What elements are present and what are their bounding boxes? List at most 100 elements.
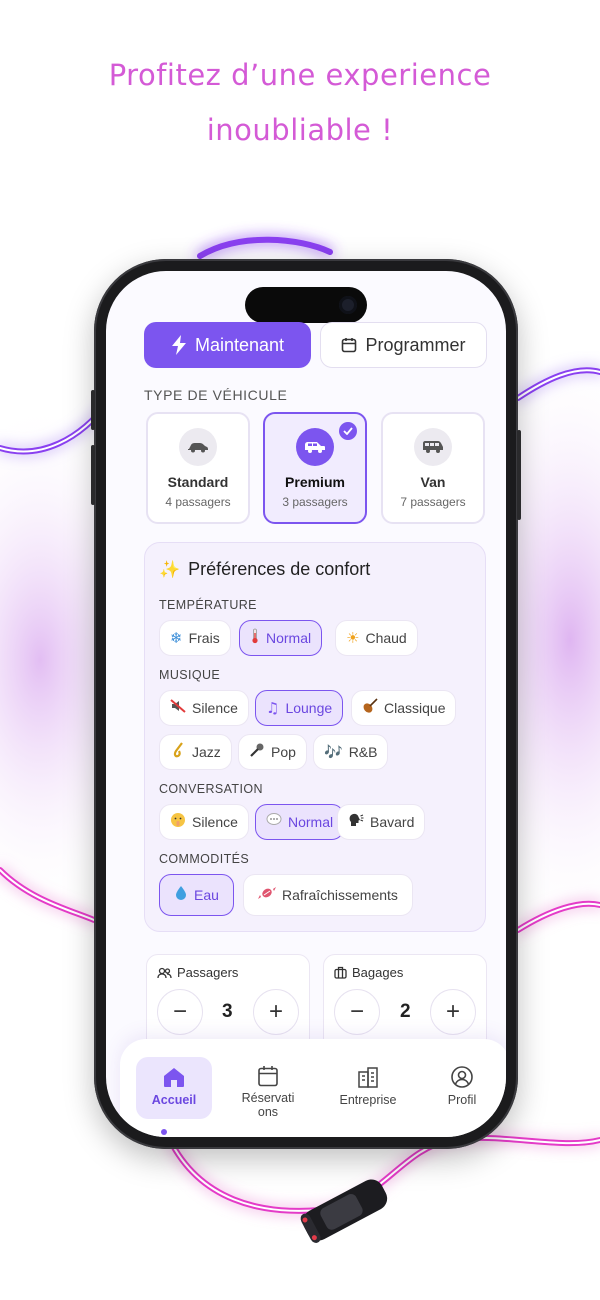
candy-icon bbox=[258, 885, 276, 905]
vehicle-option-premium[interactable]: Premium 3 passagers bbox=[263, 412, 367, 524]
car-illustration bbox=[300, 1179, 388, 1243]
luggage-label: Bagages bbox=[334, 965, 403, 980]
van-icon bbox=[414, 428, 452, 466]
chip-label: Jazz bbox=[192, 744, 221, 760]
tab-accueil[interactable]: Accueil bbox=[136, 1057, 212, 1119]
schedule-label: Programmer bbox=[365, 334, 466, 355]
amenities-label: COMMODITÉS bbox=[159, 852, 250, 866]
speaking-head-icon bbox=[348, 812, 364, 832]
conversation-label: CONVERSATION bbox=[159, 782, 263, 796]
chip-music-silence[interactable]: Silence bbox=[159, 690, 249, 726]
luggage-label-text: Bagages bbox=[352, 965, 404, 980]
chip-music-rnb[interactable]: 🎶 R&B bbox=[313, 734, 389, 770]
selected-check-icon bbox=[339, 422, 357, 440]
chip-temperature-chaud[interactable]: ☀ Chaud bbox=[335, 620, 418, 656]
schedule-button[interactable]: Programmer bbox=[320, 322, 487, 368]
violin-icon bbox=[362, 698, 378, 718]
chip-label: Normal bbox=[288, 814, 334, 830]
comfort-preferences-card: ✨ Préférences de confort TEMPÉRATURE ❄ F… bbox=[144, 542, 486, 932]
chip-label: Eau bbox=[194, 887, 219, 903]
chip-temperature-normal[interactable]: Normal bbox=[239, 620, 323, 656]
snowflake-icon: ❄ bbox=[170, 629, 183, 647]
chip-label: Pop bbox=[271, 744, 296, 760]
sun-icon: ☀ bbox=[346, 629, 360, 647]
chip-label: Silence bbox=[192, 814, 238, 830]
chip-music-jazz[interactable]: Jazz bbox=[159, 734, 232, 770]
tab-reservations[interactable]: Réservati ons bbox=[230, 1057, 306, 1119]
chip-label: R&B bbox=[348, 744, 378, 760]
building-icon bbox=[358, 1067, 378, 1088]
vehicle-name: Van bbox=[420, 474, 446, 490]
sparkles-icon: ✨ bbox=[159, 559, 181, 580]
chip-label: Frais bbox=[188, 630, 220, 646]
suv-icon bbox=[296, 428, 334, 466]
prefs-title: ✨ Préférences de confort bbox=[159, 559, 370, 580]
tab-profil[interactable]: Profil bbox=[424, 1057, 500, 1119]
chip-label: Chaud bbox=[365, 630, 407, 646]
tab-label: Profil bbox=[447, 1093, 477, 1107]
calendar-icon bbox=[258, 1066, 278, 1087]
passengers-label: Passagers bbox=[157, 965, 238, 980]
vehicle-name: Standard bbox=[167, 474, 229, 490]
music-label: MUSIQUE bbox=[159, 668, 221, 682]
microphone-icon bbox=[249, 742, 265, 762]
shushing-face-icon bbox=[170, 812, 186, 832]
tab-entreprise[interactable]: Entreprise bbox=[324, 1057, 412, 1119]
chip-label: Lounge bbox=[285, 700, 333, 716]
chip-label: Bavard bbox=[370, 814, 415, 830]
chip-music-pop[interactable]: Pop bbox=[238, 734, 307, 770]
tab-label: Réservati ons bbox=[241, 1091, 295, 1119]
car-icon bbox=[179, 428, 217, 466]
chip-label: Rafraîchissements bbox=[282, 887, 398, 903]
chip-temperature-frais[interactable]: ❄ Frais bbox=[159, 620, 231, 656]
music-note-icon: ♫ bbox=[266, 699, 280, 717]
profile-icon bbox=[451, 1066, 473, 1088]
users-icon bbox=[157, 967, 172, 978]
chip-music-lounge[interactable]: ♫ Lounge bbox=[255, 690, 344, 726]
water-drop-icon bbox=[174, 885, 188, 905]
vehicle-capacity: 3 passagers bbox=[282, 495, 348, 509]
speech-bubble-icon bbox=[266, 812, 282, 832]
mute-icon bbox=[170, 698, 186, 718]
passengers-decrease-button[interactable]: − bbox=[157, 989, 203, 1035]
thermometer-icon bbox=[250, 628, 260, 648]
phone-side-button bbox=[91, 390, 95, 430]
camera-icon bbox=[339, 296, 357, 314]
prefs-title-text: Préférences de confort bbox=[188, 559, 371, 579]
vehicle-option-van[interactable]: Van 7 passagers bbox=[381, 412, 485, 524]
chip-label: Normal bbox=[266, 630, 312, 646]
chip-amenity-eau[interactable]: Eau bbox=[159, 874, 234, 916]
dynamic-island bbox=[245, 287, 367, 323]
vehicle-capacity: 4 passagers bbox=[165, 495, 231, 509]
chip-conversation-bavard[interactable]: Bavard bbox=[337, 804, 426, 840]
vehicle-option-standard[interactable]: Standard 4 passagers bbox=[146, 412, 250, 524]
vehicle-section-label: TYPE DE VÉHICULE bbox=[144, 387, 288, 403]
now-button[interactable]: Maintenant bbox=[144, 322, 311, 368]
tab-label: Accueil bbox=[151, 1093, 197, 1107]
passengers-label-text: Passagers bbox=[177, 965, 239, 980]
suitcase-icon bbox=[334, 966, 347, 979]
chip-conversation-normal[interactable]: Normal bbox=[255, 804, 345, 840]
phone-side-button bbox=[91, 445, 95, 505]
vehicle-capacity: 7 passagers bbox=[400, 495, 466, 509]
chip-amenity-rafraichissements[interactable]: Rafraîchissements bbox=[243, 874, 413, 916]
now-label: Maintenant bbox=[194, 334, 285, 355]
chip-music-classique[interactable]: Classique bbox=[351, 690, 457, 726]
luggage-value: 2 bbox=[400, 1001, 411, 1022]
luggage-decrease-button[interactable]: − bbox=[334, 989, 380, 1035]
chip-label: Silence bbox=[192, 700, 238, 716]
luggage-increase-button[interactable]: + bbox=[430, 989, 476, 1035]
lightning-icon bbox=[171, 335, 186, 355]
passengers-increase-button[interactable]: + bbox=[253, 989, 299, 1035]
neon-line-top-phone bbox=[197, 236, 333, 259]
home-icon bbox=[164, 1068, 184, 1087]
calendar-icon bbox=[342, 338, 357, 353]
saxophone-icon bbox=[170, 742, 186, 762]
active-indicator-dot bbox=[161, 1129, 167, 1135]
temperature-label: TEMPÉRATURE bbox=[159, 598, 257, 612]
chip-label: Classique bbox=[384, 700, 446, 716]
chip-conversation-silence[interactable]: Silence bbox=[159, 804, 249, 840]
passengers-value: 3 bbox=[222, 1001, 233, 1022]
phone-screen: Maintenant Programmer TYPE DE VÉHICULE S… bbox=[106, 271, 506, 1137]
musical-notes-icon: 🎶 bbox=[324, 743, 343, 761]
